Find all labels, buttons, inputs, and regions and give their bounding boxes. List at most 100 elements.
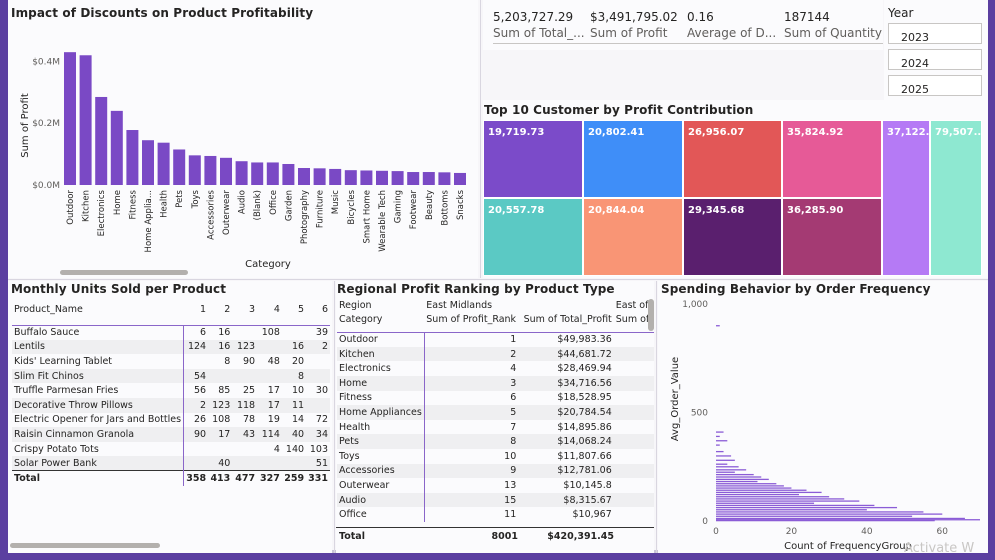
cell: 25 [242,385,256,397]
treemap-cell[interactable]: 20,802.41 [583,120,683,198]
cell [208,369,232,384]
cell [282,456,306,471]
region-table-vscrollbar[interactable] [648,299,654,331]
table-row[interactable]: Solar Power Bank 40 51 [12,456,330,471]
header-cell[interactable] [518,298,614,313]
units-table-scrollbar[interactable] [10,543,160,548]
table-row[interactable]: Raisin Cinnamon Granola 90 17 43 114 40 34 [12,427,330,442]
discount-chart-scrollbar[interactable] [60,270,188,275]
bar [298,168,310,185]
treemap-cell[interactable]: 35,824.92 [782,120,882,198]
cell: 6 [200,327,207,339]
year-slicer[interactable]: Year 2023 2024 2025 [884,0,988,100]
table-row[interactable]: Toys 10 $11,807.66 [337,448,654,464]
table-row[interactable]: Home Appliances 5 $20,784.54 [337,405,654,420]
table-row[interactable]: Audio 15 $8,315.67 [337,492,654,508]
cell: 20 [291,355,305,367]
year-option-2024[interactable]: 2024 [888,49,982,70]
bar [716,440,728,442]
bar [235,161,248,185]
treemap-cell[interactable]: 37,122.... [882,120,930,276]
table-row[interactable]: Kitchen 2 $44,681.72 [337,346,654,362]
kpi-discount-label: Average of D... [687,26,777,40]
cell: 6 [510,392,517,404]
total-label: Total [339,531,365,542]
cell: $8,315.67 [563,494,612,506]
header-cell[interactable]: 4 [257,298,282,320]
cell [282,325,306,340]
kpi-panel: 5,203,727.29 Sum of Total_... $3,491,795… [483,0,883,50]
spending-bar-chart[interactable]: Avg_Order_Value 1,000 500 00 20 40 60 Count of … [658,281,988,553]
cell: 4 [510,363,517,375]
bar [716,478,769,481]
treemap-cell[interactable]: 36,285.90 [782,198,882,276]
header-cell[interactable]: Product_Name [12,298,184,320]
treemap-cell[interactable]: 20,557.78 [483,198,583,276]
cell: Electronics [337,361,425,376]
treemap-cell[interactable]: 19,719.73 [483,120,583,198]
year-option-2025[interactable]: 2025 [888,75,982,96]
cell: 2 [200,399,207,411]
cell: 140 [285,443,305,455]
report-canvas: Impact of Discounts on Product Profitabi… [8,0,988,553]
x-tick-label: Garden [284,190,294,221]
x-tick-label: Footwear [409,190,419,230]
x-tick-label: Snacks [456,189,466,220]
kpi-total-value: 5,203,727.29 [493,10,574,24]
header-cell[interactable]: Category [337,313,424,328]
header-cell[interactable]: Sum of Total_Profit [518,313,614,328]
table-row[interactable]: Health 7 $14,895.86 [337,419,654,435]
table-row[interactable]: Office 11 $10,967 [337,507,654,522]
treemap-title: Top 10 Customer by Profit Contribution [484,103,754,117]
table-row[interactable]: Accessories 9 $12,781.06 [337,463,654,479]
table-row[interactable]: Pets 8 $14,068.24 [337,434,654,449]
cell: 39 [315,327,328,339]
header-cell[interactable]: Region [337,298,424,313]
table-row[interactable]: Electronics 4 $28,469.94 [337,361,654,376]
header-cell[interactable]: 2 [208,298,232,320]
units-table-panel[interactable]: Monthly Units Sold per Product Product_N… [8,281,332,553]
header-cell[interactable]: 5 [282,298,306,320]
bar [716,473,754,476]
table-row[interactable]: Decorative Throw Pillows 2 123 118 17 11 [12,397,330,413]
table-row[interactable]: Slim Fit Chinos 54 8 [12,368,330,384]
discount-chart-panel[interactable]: Impact of Discounts on Product Profitabi… [8,0,478,278]
treemap-cell[interactable]: 26,956.07 [683,120,782,198]
table-row[interactable]: Truffle Parmesan Fries 56 85 25 17 10 30 [12,383,330,398]
bar [716,463,728,465]
header-cell[interactable]: East Midlands [424,298,518,313]
cell: Health [337,419,425,435]
header-cell[interactable]: 1 [184,298,209,320]
cell: 7 [510,421,517,433]
table-row[interactable]: Crispy Potato Tots 4 140 103 [12,441,330,457]
region-table-panel[interactable]: Regional Profit Ranking by Product Type … [336,281,654,553]
units-matrix[interactable]: Product_Name 1 2 3 4 5 6 Buffalo Sauce 6 1… [12,298,330,486]
year-option-2023[interactable]: 2023 [888,23,982,44]
cell: 26 [194,414,207,426]
table-row[interactable]: Kids' Learning Tablet 8 90 48 20 [12,354,330,369]
cell: Toys [337,448,425,464]
treemap-panel[interactable]: Top 10 Customer by Profit Contribution 1… [483,100,988,278]
treemap-cell[interactable]: 29,345.68 [683,198,782,276]
treemap-cell[interactable]: 20,844.04 [583,198,683,276]
header-cell[interactable]: 3 [232,298,257,320]
total-cell: 358 [186,472,207,484]
bar [64,52,76,185]
table-row[interactable]: Lentils 124 16 123 16 2 [12,339,330,355]
bar [251,162,264,185]
table-row[interactable]: Buffalo Sauce 6 16 108 39 [12,325,330,340]
table-row[interactable]: Outerwear 13 $10,145.8 [337,478,654,493]
treemap-cell[interactable]: 79,507.... [930,120,982,276]
cell: Kids' Learning Tablet [12,354,185,369]
header-cell[interactable]: 6 [306,298,330,320]
discount-bar-chart[interactable]: Sum of Profit $0.0M $0.2M $0.4M Outdoor Kitch… [8,0,478,278]
table-row[interactable]: Fitness 6 $18,528.95 [337,390,654,406]
cell [306,398,330,413]
region-matrix[interactable]: Region East Midlands East of Category Su… [337,298,654,522]
spending-chart-panel[interactable]: Spending Behavior by Order Frequency Avg… [658,281,988,553]
table-row[interactable]: Home 3 $34,716.56 [337,375,654,391]
table-row[interactable]: Outdoor 1 $49,983.36 [337,332,654,347]
cell: Electric Opener for Jars and Bottles [12,412,185,428]
header-cell[interactable]: Sum of Profit_Rank [424,313,518,328]
table-row[interactable]: Electric Opener for Jars and Bottles 26 10… [12,412,330,428]
